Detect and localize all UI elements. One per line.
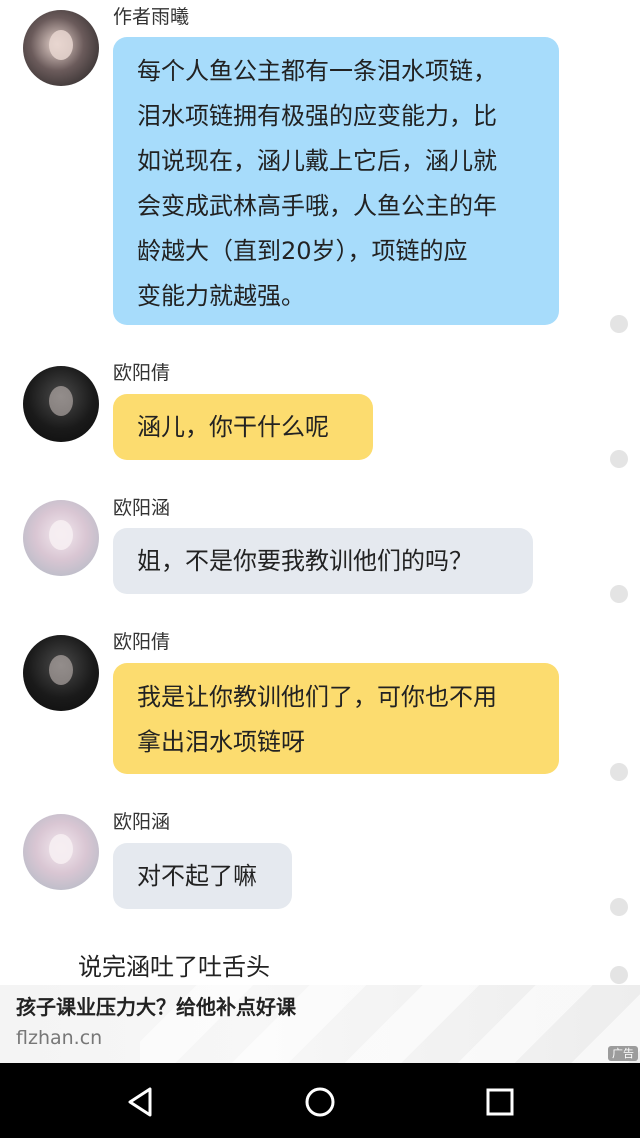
system-navigation-bar <box>0 1063 640 1138</box>
comment-dot[interactable] <box>610 966 628 984</box>
comment-dot[interactable] <box>610 450 628 468</box>
narration-text: 说完涵吐了吐舌头 <box>78 953 270 981</box>
message-bubble[interactable]: 对不起了嘛 <box>113 843 292 909</box>
message-line: 每个人鱼公主都有一条泪水项链， <box>137 57 497 85</box>
message-line: 涵儿，你干什么呢 <box>137 413 329 441</box>
message-bubble[interactable]: 我是让你教训他们了，可你也不用 拿出泪水项链呀 <box>113 663 559 774</box>
sender-name: 欧阳涵 <box>113 811 171 833</box>
ad-badge: 广告 <box>608 1046 638 1061</box>
chat-thread[interactable]: 作者雨曦 每个人鱼公主都有一条泪水项链， 泪水项链拥有极强的应变能力，比 如说现… <box>0 0 640 985</box>
ad-banner[interactable]: 孩子课业压力大？给他补点好课 flzhan.cn 广告 <box>0 985 640 1063</box>
sender-name: 作者雨曦 <box>113 6 190 28</box>
message-line: 变能力就越强。 <box>137 282 305 310</box>
home-circle-icon[interactable] <box>302 1084 338 1120</box>
avatar[interactable] <box>23 814 99 890</box>
sender-name: 欧阳涵 <box>113 497 171 519</box>
sender-name: 欧阳倩 <box>113 631 171 653</box>
comment-dot[interactable] <box>610 315 628 333</box>
back-triangle-icon[interactable] <box>123 1084 159 1120</box>
message-line: 拿出泪水项链呀 <box>137 728 305 756</box>
avatar[interactable] <box>23 10 99 86</box>
avatar[interactable] <box>23 635 99 711</box>
ad-url[interactable]: flzhan.cn <box>16 1025 102 1051</box>
message-line: 泪水项链拥有极强的应变能力，比 <box>137 102 497 130</box>
sender-name: 欧阳倩 <box>113 362 171 384</box>
avatar[interactable] <box>23 500 99 576</box>
message-line: 龄越大（直到20岁），项链的应 <box>137 237 468 265</box>
message-bubble[interactable]: 每个人鱼公主都有一条泪水项链， 泪水项链拥有极强的应变能力，比 如说现在，涵儿戴… <box>113 37 559 325</box>
message-line: 会变成武林高手哦，人鱼公主的年 <box>137 192 497 220</box>
recent-apps-square-icon[interactable] <box>482 1084 518 1120</box>
message-line: 对不起了嘛 <box>137 862 257 890</box>
ad-title[interactable]: 孩子课业压力大？给他补点好课 <box>16 993 296 1021</box>
message-line: 如说现在，涵儿戴上它后，涵儿就 <box>137 147 497 175</box>
message-bubble[interactable]: 姐，不是你要我教训他们的吗？ <box>113 528 533 594</box>
comment-dot[interactable] <box>610 585 628 603</box>
comment-dot[interactable] <box>610 763 628 781</box>
message-line: 我是让你教训他们了，可你也不用 <box>137 683 497 711</box>
avatar[interactable] <box>23 366 99 442</box>
message-line: 姐，不是你要我教训他们的吗？ <box>137 547 473 575</box>
comment-dot[interactable] <box>610 898 628 916</box>
message-bubble[interactable]: 涵儿，你干什么呢 <box>113 394 373 460</box>
